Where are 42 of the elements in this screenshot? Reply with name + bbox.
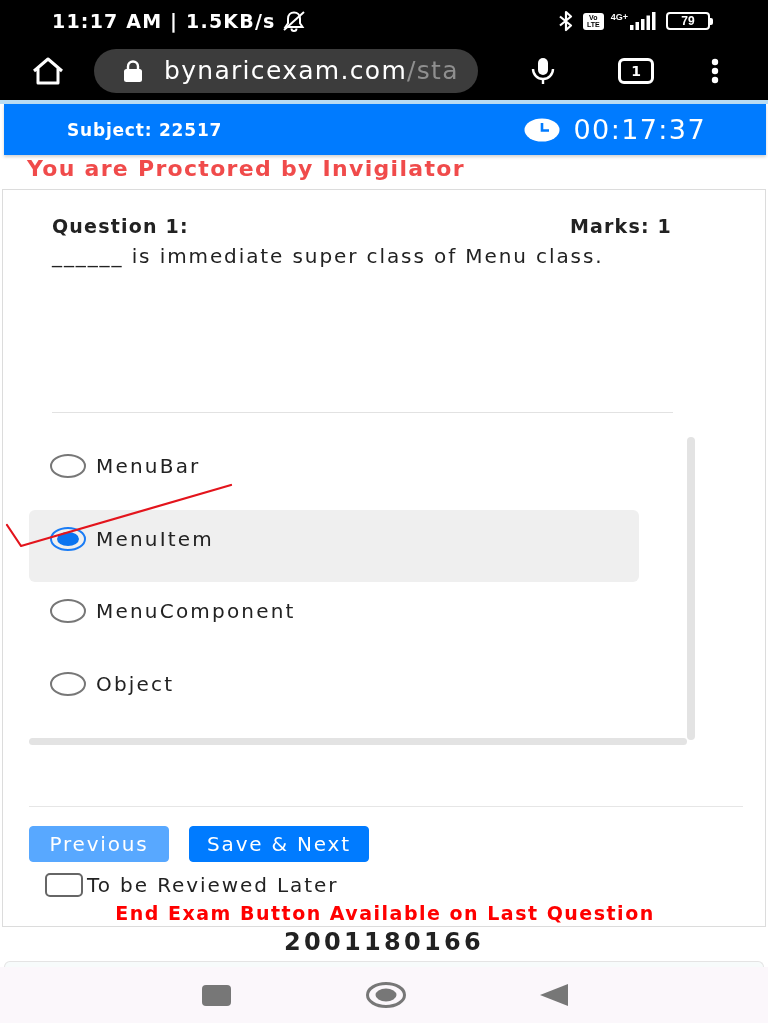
circle-icon[interactable]: [366, 982, 406, 1008]
muted-bell-icon: [281, 10, 306, 32]
bluetooth-icon: [557, 10, 574, 32]
radio-button[interactable]: [50, 599, 86, 623]
status-time: 11:17 AM | 1.5KB/s: [52, 10, 276, 32]
radio-button[interactable]: [50, 454, 86, 478]
option-label: MenuComponent: [96, 599, 296, 623]
microphone-icon[interactable]: [530, 57, 556, 85]
radio-button[interactable]: [50, 526, 86, 551]
answer-option[interactable]: Object: [29, 654, 639, 727]
timer-text: 00:17:37: [573, 113, 706, 146]
end-exam-notice: End Exam Button Available on Last Question: [114, 902, 656, 924]
question-number: Question 1:: [52, 214, 189, 238]
review-label: To be Reviewed Later: [87, 873, 339, 897]
signal-bars-icon: [630, 12, 656, 30]
network-type: 4G+: [610, 13, 628, 22]
save-next-button[interactable]: Save & Next: [189, 826, 369, 862]
candidate-id: 2001180166: [283, 927, 485, 958]
question-marks: Marks: 1: [569, 214, 672, 238]
tab-count-button[interactable]: 1: [618, 58, 654, 84]
url-text: bynaricexam.com/sta: [164, 56, 459, 86]
home-icon[interactable]: [30, 56, 66, 86]
subject-label: Subject: 22517: [67, 119, 223, 140]
proctor-notice: You are Proctored by Invigilator: [26, 155, 466, 183]
option-label: MenuBar: [96, 454, 201, 478]
horizontal-scrollbar[interactable]: [29, 738, 687, 745]
clock-icon: [523, 117, 560, 142]
radio-button[interactable]: [50, 671, 86, 696]
option-label: Object: [96, 671, 175, 696]
lock-icon: [121, 59, 145, 83]
answer-option[interactable]: MenuComponent: [29, 582, 639, 655]
checkbox[interactable]: [45, 873, 83, 897]
menu-icon[interactable]: [711, 58, 719, 84]
answer-option[interactable]: MenuItem: [29, 509, 639, 582]
answer-option[interactable]: MenuBar: [29, 437, 639, 510]
address-bar[interactable]: bynaricexam.com/sta: [94, 49, 478, 93]
question-text: ______ is immediate super class of Menu class.: [52, 244, 605, 268]
square-icon[interactable]: [202, 984, 231, 1006]
back-icon[interactable]: [540, 984, 568, 1006]
option-label: MenuItem: [96, 526, 215, 551]
vertical-scrollbar[interactable]: [687, 437, 695, 740]
battery-indicator: 79: [666, 12, 713, 30]
